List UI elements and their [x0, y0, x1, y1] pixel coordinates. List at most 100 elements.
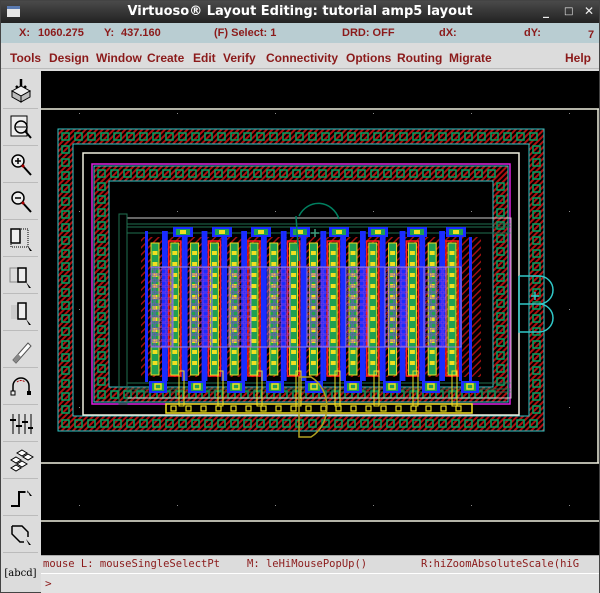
implant-box [150, 266, 174, 348]
via-contact [211, 350, 217, 354]
via-contact [310, 350, 316, 354]
via-contact [409, 306, 415, 310]
menu-edit[interactable]: Edit [193, 51, 216, 65]
via-contact [370, 361, 376, 365]
menu-migrate[interactable]: Migrate [449, 51, 492, 65]
metal1-strip [340, 231, 344, 381]
mouse-middle-binding: M: leHiMousePopUp() [247, 558, 368, 570]
via-contact [251, 361, 257, 365]
create-polygon-icon [10, 524, 31, 545]
stretch-icon [9, 227, 32, 251]
via-contact [251, 306, 257, 310]
drd-status: DRD: OFF [342, 27, 395, 39]
via-contact [409, 273, 415, 277]
menu-window[interactable]: Window [96, 51, 142, 65]
command-input[interactable] [55, 576, 595, 591]
via-contact [449, 262, 455, 266]
layout-root [41, 108, 599, 522]
minimize-button[interactable]: _ [543, 4, 549, 18]
via-contact [271, 251, 277, 255]
grid-dot [79, 407, 80, 408]
top-contact-via [453, 230, 459, 234]
properties-button[interactable] [3, 406, 38, 442]
via-contact [429, 361, 435, 365]
menu-design[interactable]: Design [49, 51, 89, 65]
move-button[interactable] [3, 295, 38, 331]
menu-verify[interactable]: Verify [223, 51, 256, 65]
metal1-strip [224, 231, 228, 381]
via-contact [310, 262, 316, 266]
via-contact [192, 262, 198, 266]
maximize-button[interactable]: □ [564, 6, 573, 17]
via-contact [409, 295, 415, 299]
create-label-icon: [abcd] [4, 567, 37, 579]
via-contact [172, 251, 178, 255]
via-contact [330, 328, 336, 332]
via-contact [429, 262, 435, 266]
status-bar: X: 1060.275 Y: 437.160 (F) Select: 1 DRD… [1, 23, 599, 43]
via-contact [330, 306, 336, 310]
menu-routing[interactable]: Routing [397, 51, 442, 65]
via-contact [251, 284, 257, 288]
zoom-in-button[interactable] [3, 147, 38, 183]
via-contact [409, 284, 415, 288]
create-path-button[interactable] [3, 480, 38, 516]
metal1-edge [469, 237, 472, 382]
origin-marker [311, 229, 319, 237]
zoom-out-icon [10, 190, 32, 213]
metal1-strip [419, 231, 423, 381]
grid-dot [79, 113, 80, 114]
close-button[interactable]: ✕ [584, 4, 594, 18]
via-contact [390, 350, 396, 354]
via-contact [291, 262, 297, 266]
menu-connectivity[interactable]: Connectivity [266, 51, 338, 65]
grid-dot [373, 505, 374, 506]
via-contact [152, 361, 158, 365]
via-contact [211, 339, 217, 343]
via-contact [211, 284, 217, 288]
menu-help[interactable]: Help [565, 51, 591, 65]
via-contact [449, 317, 455, 321]
save-button[interactable] [3, 73, 38, 109]
via-contact [370, 295, 376, 299]
dx-label: dX: [439, 27, 457, 39]
grid-dot [569, 505, 570, 506]
via-contact [231, 350, 237, 354]
metal1-strip [181, 231, 185, 381]
create-label-button[interactable]: [abcd] [3, 555, 38, 591]
menu-tools[interactable]: Tools [10, 51, 41, 65]
grid-dot [79, 211, 80, 212]
grid-dot [275, 113, 276, 114]
metal1-strip [379, 231, 383, 381]
top-pin-arc [298, 202, 340, 220]
top-contact-via [414, 230, 420, 234]
create-path-icon [10, 489, 32, 507]
delete-button[interactable] [3, 332, 38, 368]
layout-canvas[interactable] [41, 71, 599, 555]
grid-dot [275, 505, 276, 506]
menu-options[interactable]: Options [346, 51, 391, 65]
via-contact [211, 273, 217, 277]
via-contact [211, 262, 217, 266]
via-contact [251, 273, 257, 277]
via-contact [330, 295, 336, 299]
title-bar[interactable]: Virtuoso® Layout Editing: tutorial amp5 … [1, 1, 599, 23]
copy-button[interactable] [3, 258, 38, 294]
outer-guard-ring-top [58, 129, 544, 144]
menu-create[interactable]: Create [147, 51, 184, 65]
create-instance-button[interactable] [3, 443, 38, 479]
undo-button[interactable] [3, 369, 38, 405]
delete-icon [11, 341, 32, 364]
via-contact [192, 251, 198, 255]
layout-drawing[interactable] [41, 71, 599, 555]
via-contact [330, 284, 336, 288]
zoom-fit-button[interactable] [3, 110, 38, 146]
create-polygon-button[interactable] [3, 517, 38, 553]
zoom-out-button[interactable] [3, 184, 38, 220]
via-contact [152, 251, 158, 255]
stretch-button[interactable] [3, 221, 38, 257]
grid-dot [471, 211, 472, 212]
implant-box [189, 266, 213, 348]
select-count: (F) Select: 1 [214, 27, 277, 39]
via-contact [409, 339, 415, 343]
